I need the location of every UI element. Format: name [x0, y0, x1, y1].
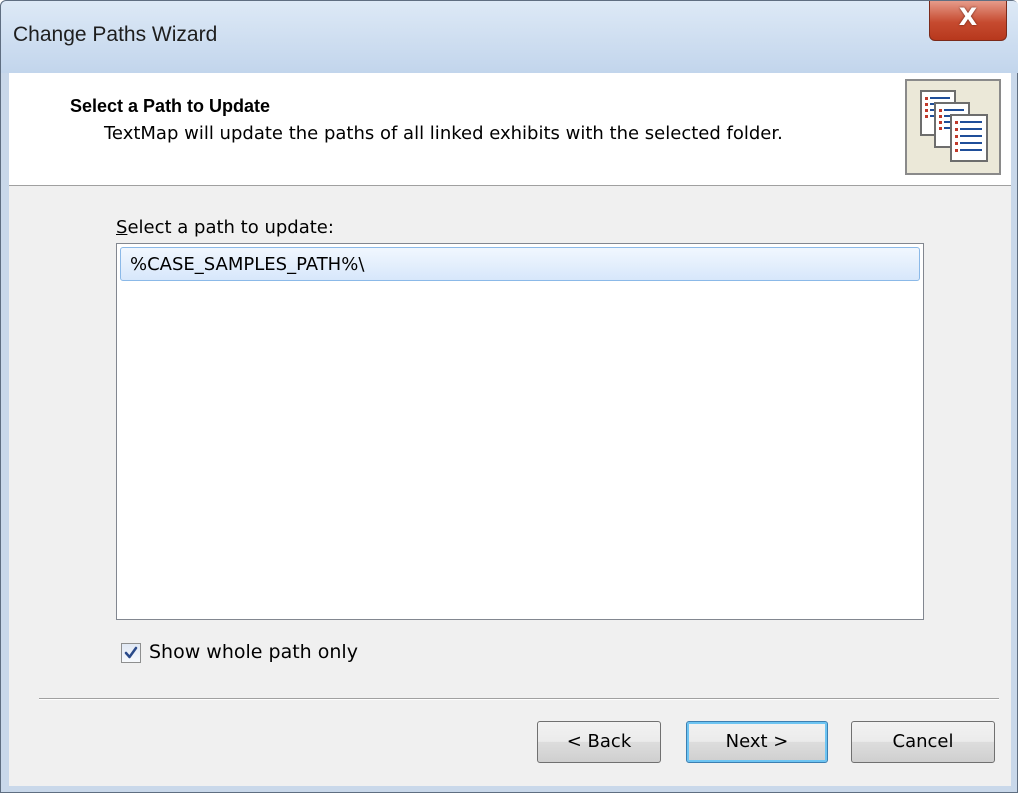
- documents-stack-icon: [905, 79, 1001, 175]
- title-bar[interactable]: Change Paths Wizard X: [1, 1, 1018, 73]
- cancel-button[interactable]: Cancel: [851, 721, 995, 763]
- back-button[interactable]: < Back: [537, 721, 661, 763]
- button-separator: [39, 698, 999, 700]
- label-text: elect a path to update:: [127, 217, 334, 238]
- show-whole-path-checkbox[interactable]: [121, 643, 141, 663]
- wizard-header: Select a Path to Update TextMap will upd…: [9, 73, 1011, 186]
- list-item-text: %CASE_SAMPLES_PATH%\: [130, 254, 365, 275]
- path-listbox[interactable]: %CASE_SAMPLES_PATH%\: [116, 243, 924, 620]
- list-item-selected[interactable]: %CASE_SAMPLES_PATH%\: [120, 247, 920, 281]
- dialog-client-area: Select a Path to Update TextMap will upd…: [9, 73, 1011, 786]
- close-button[interactable]: X: [929, 1, 1007, 41]
- next-button[interactable]: Next >: [686, 721, 828, 763]
- window-title: Change Paths Wizard: [13, 23, 218, 46]
- wizard-window: Change Paths Wizard X Select a Path to U…: [0, 0, 1018, 793]
- close-icon: X: [958, 3, 978, 31]
- show-whole-path-label[interactable]: Show whole path only: [149, 641, 358, 663]
- path-list-label: Select a path to update:: [116, 217, 334, 238]
- label-access-key: S: [116, 217, 128, 238]
- header-description: TextMap will update the paths of all lin…: [104, 123, 783, 144]
- checkmark-icon: [124, 646, 138, 659]
- header-title: Select a Path to Update: [70, 96, 271, 116]
